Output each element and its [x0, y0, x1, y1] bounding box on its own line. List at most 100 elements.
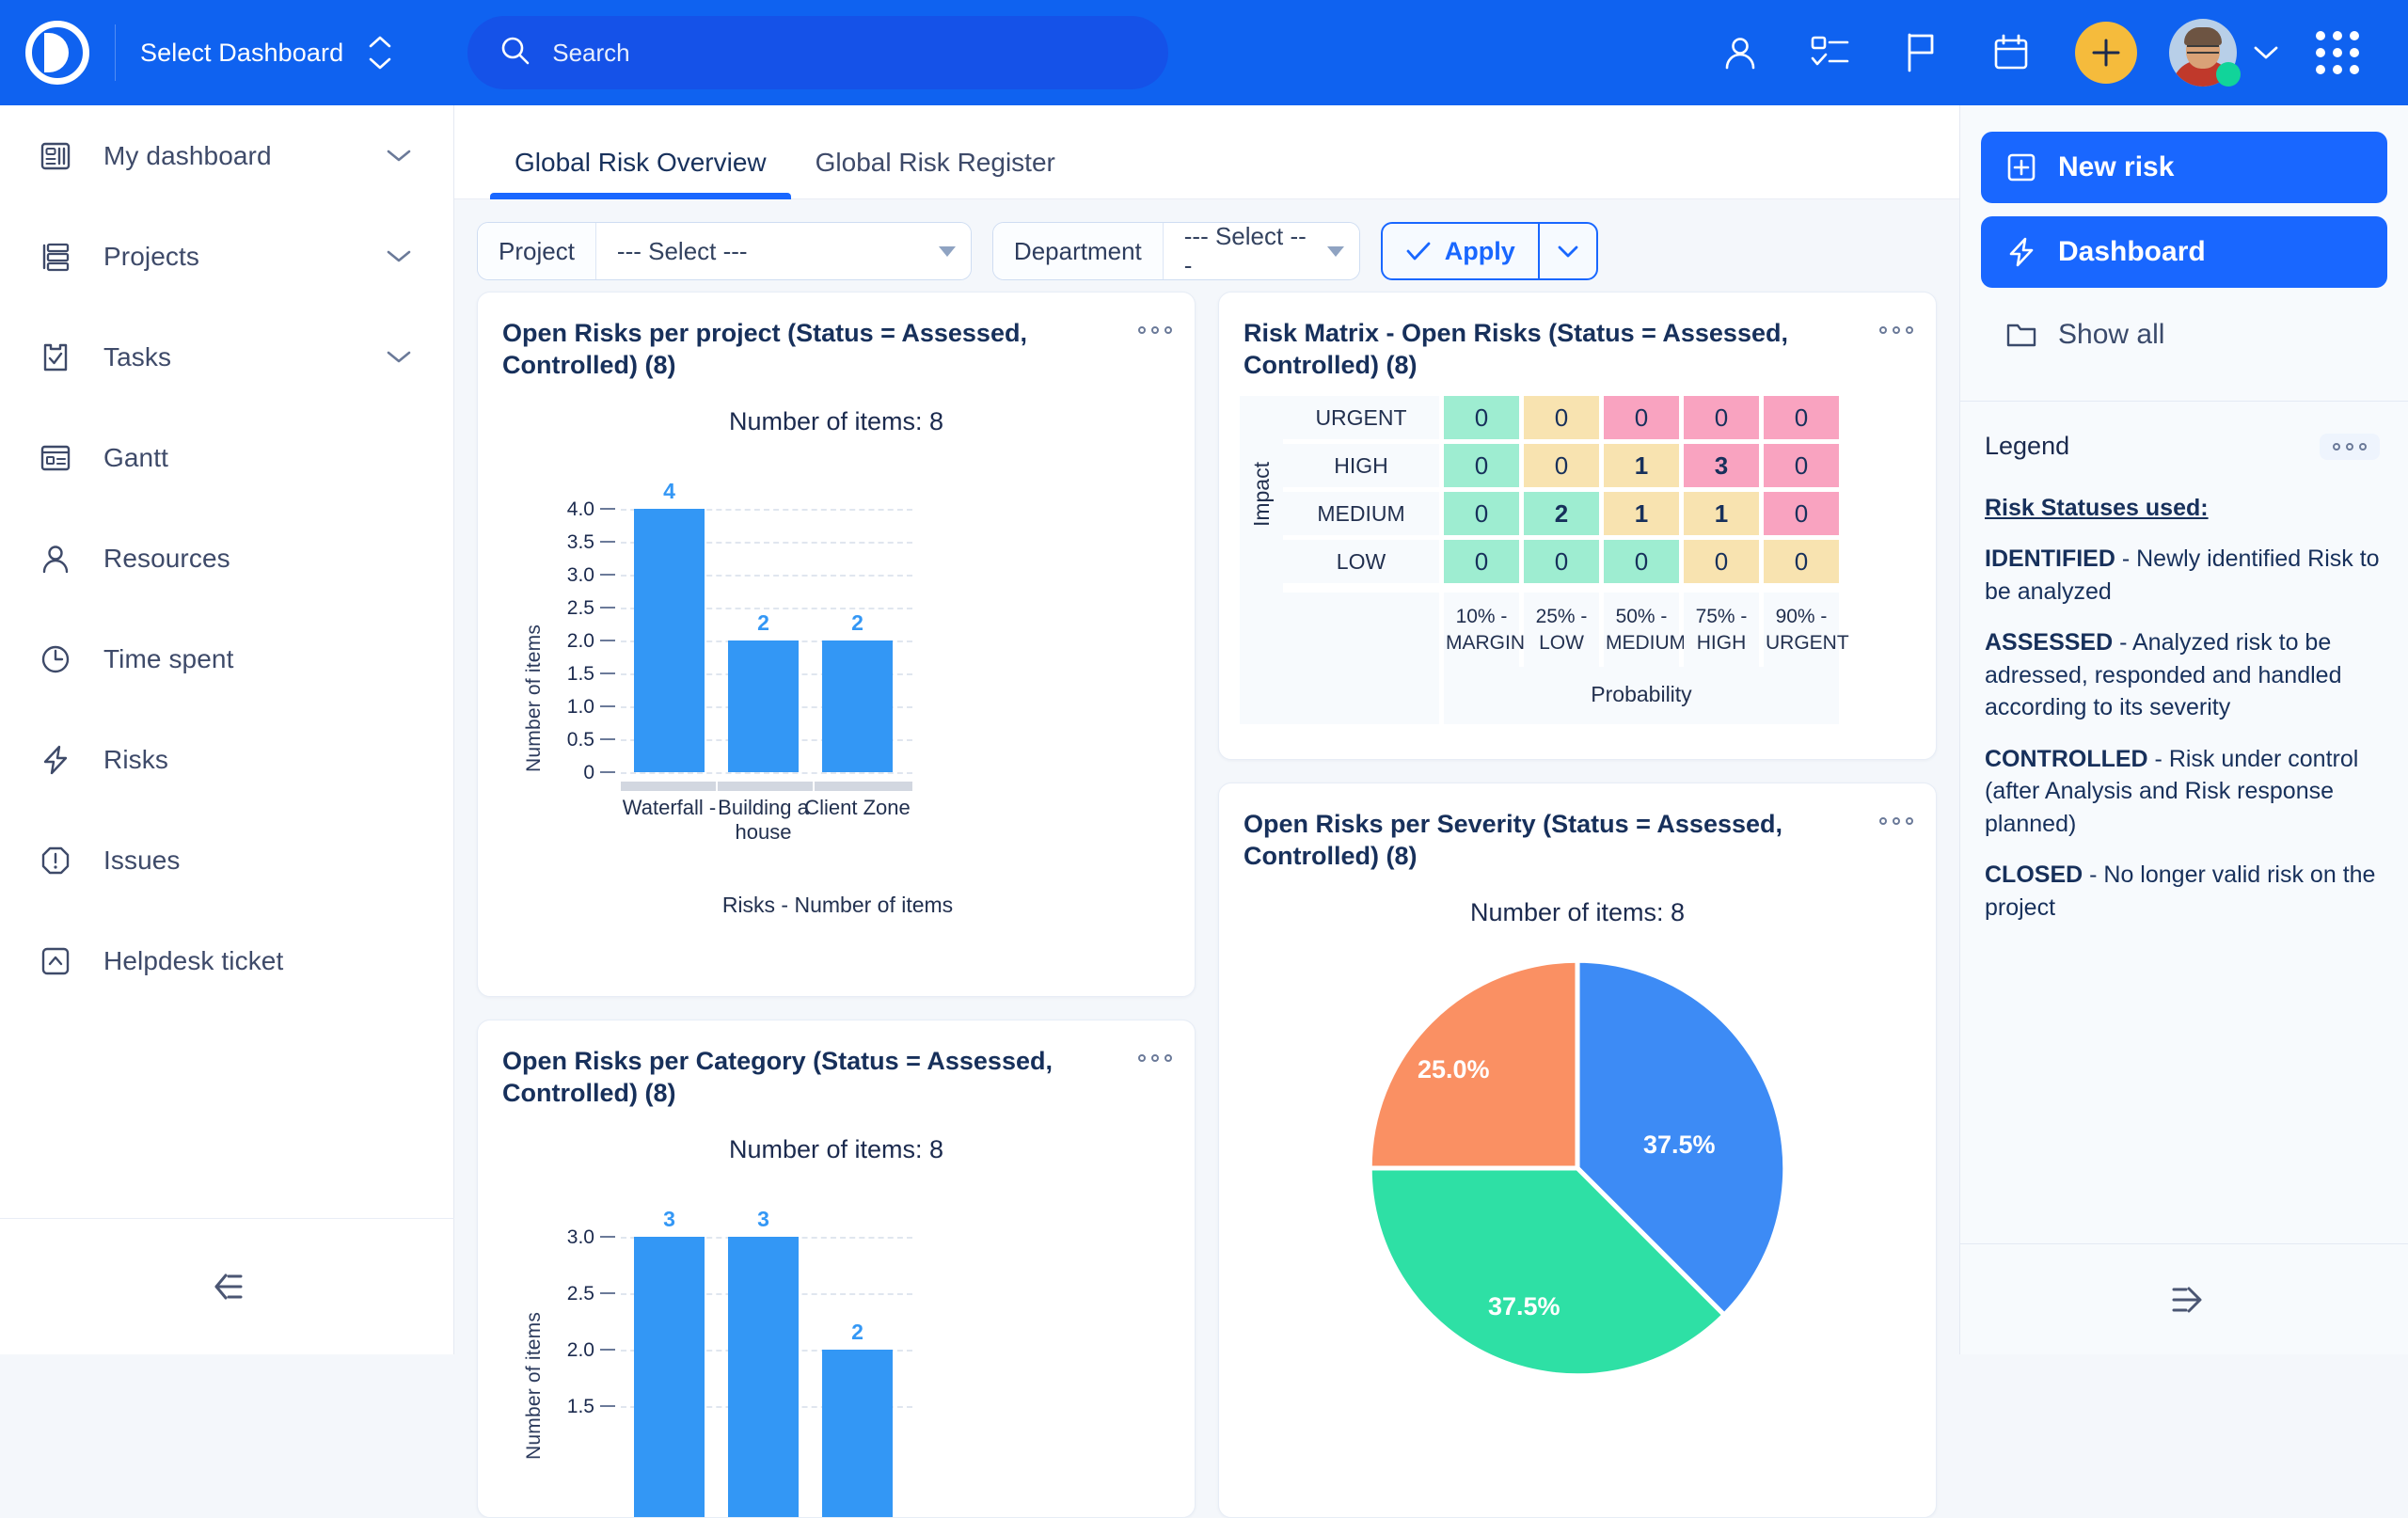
y-tick-mark [600, 1236, 615, 1238]
bar[interactable] [634, 1237, 705, 1518]
sidebar-item-projects[interactable]: Projects [0, 206, 453, 307]
chevron-down-icon[interactable] [386, 349, 412, 365]
search-icon [499, 35, 531, 71]
bar[interactable] [822, 640, 893, 772]
matrix-cell[interactable]: 0 [1524, 444, 1599, 487]
widget-items-count: Number of items: 8 [1219, 898, 1936, 927]
bar-chart-per-category: Number of items 3.0 2.5 2.0 1.5 3 [478, 1199, 1196, 1518]
matrix-cell[interactable]: 0 [1764, 540, 1839, 583]
matrix-body: Impact URGENT 0 0 0 0 0 [1240, 396, 1913, 593]
apply-button[interactable]: Apply [1383, 224, 1538, 278]
matrix-cell[interactable]: 0 [1524, 540, 1599, 583]
tab-global-risk-register[interactable]: Global Risk Register [791, 148, 1080, 198]
widget-options-button[interactable] [1138, 1045, 1172, 1062]
calendar-icon[interactable] [1966, 0, 2056, 105]
bar[interactable] [728, 640, 799, 772]
widget-options-button[interactable] [1138, 317, 1172, 334]
modules-grid-icon[interactable] [2295, 0, 2380, 105]
y-tick-label: 0 [542, 762, 594, 784]
avatar[interactable] [2169, 19, 2237, 87]
sidebar-item-risks[interactable]: Risks [0, 709, 453, 810]
task-list-icon[interactable] [1785, 0, 1876, 105]
chevron-down-icon[interactable] [386, 248, 412, 264]
matrix-cell[interactable]: 0 [1764, 396, 1839, 439]
sidebar-item-time-spent[interactable]: Time spent [0, 609, 453, 709]
matrix-probability-label: Probability [1444, 667, 1839, 724]
bar-value-label: 2 [728, 610, 799, 636]
matrix-cell[interactable]: 0 [1444, 492, 1519, 535]
bar[interactable] [822, 1350, 893, 1518]
tab-bar: Global Risk Overview Global Risk Registe… [454, 105, 1959, 199]
sidebar-item-label: My dashboard [103, 141, 272, 171]
risk-matrix-heatmap: Impact URGENT 0 0 0 0 0 [1219, 381, 1936, 743]
user-menu-chevron-down-icon[interactable] [2237, 0, 2295, 105]
y-tick-label: 0.5 [542, 729, 594, 751]
department-filter-select[interactable]: --- Select --- [1164, 223, 1359, 279]
widgets-grid: Open Risks per project (Status = Assesse… [454, 292, 1959, 1518]
chart-footer-label: Risks - Number of items [478, 893, 1196, 918]
matrix-cell[interactable]: 0 [1764, 444, 1839, 487]
matrix-probability-axis: Probability [1240, 667, 1913, 724]
legend-entry: CLOSED - No longer valid risk on the pro… [1985, 859, 2382, 924]
bar-value-label: 2 [822, 610, 893, 636]
header-actions [1695, 0, 2408, 105]
sidebar-item-resources[interactable]: Resources [0, 508, 453, 609]
legend-entry: IDENTIFIED - Newly identified Risk to be… [1985, 543, 2382, 608]
legend-title: Legend [1985, 432, 2069, 461]
main-content: Global Risk Overview Global Risk Registe… [454, 105, 1959, 1354]
matrix-cell[interactable]: 0 [1524, 396, 1599, 439]
matrix-cell[interactable]: 0 [1604, 396, 1679, 439]
matrix-cell[interactable]: 0 [1604, 540, 1679, 583]
sidebar-item-helpdesk-ticket[interactable]: Helpdesk ticket [0, 910, 453, 1011]
department-filter-value: --- Select --- [1184, 222, 1312, 280]
tab-global-risk-overview[interactable]: Global Risk Overview [490, 148, 791, 198]
app-logo[interactable] [0, 0, 115, 105]
chevron-down-icon[interactable] [386, 148, 412, 164]
search-input[interactable]: Search [467, 16, 1168, 89]
y-tick-label: 2.5 [542, 597, 594, 620]
y-tick-mark [600, 738, 615, 740]
flag-icon[interactable] [1876, 0, 1966, 105]
matrix-cell[interactable]: 1 [1684, 492, 1759, 535]
contacts-person-icon[interactable] [1695, 0, 1785, 105]
matrix-cell[interactable]: 0 [1764, 492, 1839, 535]
matrix-cell[interactable]: 0 [1444, 540, 1519, 583]
bar[interactable] [728, 1237, 799, 1518]
new-risk-button[interactable]: New risk [1981, 132, 2387, 203]
legend-options-button[interactable] [2320, 434, 2380, 460]
dashboard-icon [36, 140, 75, 172]
dashboard-selector[interactable]: Select Dashboard [116, 0, 420, 105]
apply-options-button[interactable] [1538, 224, 1596, 278]
y-tick-label: 4.0 [542, 498, 594, 521]
apply-filter-group: Apply [1381, 222, 1598, 280]
bar[interactable] [634, 509, 705, 772]
matrix-cell[interactable]: 1 [1604, 492, 1679, 535]
matrix-cell[interactable]: 0 [1444, 396, 1519, 439]
right-panel-collapse-button[interactable] [1960, 1243, 2408, 1354]
project-filter-select[interactable]: --- Select --- [596, 223, 971, 279]
matrix-cell[interactable]: 1 [1604, 444, 1679, 487]
dashboard-button[interactable]: Dashboard [1981, 216, 2387, 288]
widget-title: Open Risks per project (Status = Assesse… [502, 317, 1125, 381]
pie-chart-per-severity: 37.5% 37.5% 25.0% [1219, 952, 1936, 1384]
y-tick-label: 3.0 [542, 564, 594, 587]
y-tick-mark [600, 541, 615, 543]
sidebar-item-gantt[interactable]: Gantt [0, 407, 453, 508]
widget-options-button[interactable] [1879, 808, 1913, 825]
matrix-column-label: 10% - MARGIN [1444, 593, 1519, 667]
sidebar-collapse-button[interactable] [0, 1218, 454, 1354]
sidebar-item-my-dashboard[interactable]: My dashboard [0, 105, 453, 206]
sidebar-item-tasks[interactable]: Tasks [0, 307, 453, 407]
widget-open-risks-per-severity: Open Risks per Severity (Status = Assess… [1218, 783, 1937, 1518]
matrix-cell[interactable]: 3 [1684, 444, 1759, 487]
matrix-cell[interactable]: 0 [1444, 444, 1519, 487]
widget-options-button[interactable] [1879, 317, 1913, 334]
show-all-link[interactable]: Show all [1981, 301, 2387, 369]
matrix-cell[interactable]: 2 [1524, 492, 1599, 535]
clock-icon [36, 643, 75, 675]
matrix-cell[interactable]: 0 [1684, 396, 1759, 439]
matrix-cell[interactable]: 0 [1684, 540, 1759, 583]
y-tick-label: 2.0 [542, 630, 594, 653]
sidebar-item-issues[interactable]: Issues [0, 810, 453, 910]
add-new-button[interactable] [2075, 22, 2137, 84]
